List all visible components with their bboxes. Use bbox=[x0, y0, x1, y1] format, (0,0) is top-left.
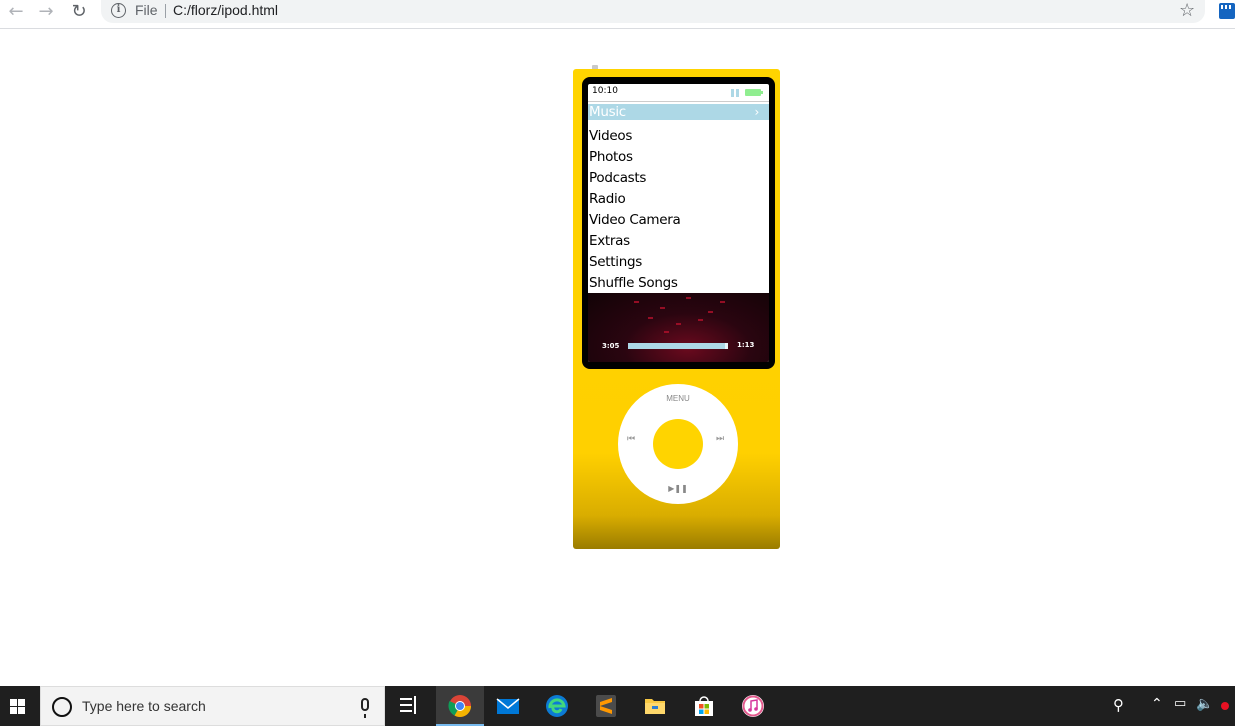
edge-icon bbox=[546, 695, 568, 717]
mail-taskbar-button[interactable] bbox=[484, 686, 532, 726]
sparkle bbox=[676, 323, 681, 325]
sparkle bbox=[720, 301, 725, 303]
menu-item-videos[interactable]: Videos bbox=[588, 126, 769, 147]
menu-item-video-camera[interactable]: Video Camera bbox=[588, 210, 769, 231]
ipod-body: 10:10 Music › Videos Photos Podcasts Rad… bbox=[573, 69, 780, 549]
star-icon[interactable]: ☆ bbox=[1179, 0, 1195, 21]
play-pause-icon[interactable]: ▶❚❚ bbox=[618, 484, 738, 493]
menu-item-shuffle-songs[interactable]: Shuffle Songs bbox=[588, 273, 769, 294]
cortana-icon bbox=[52, 697, 72, 717]
arrow-right-icon: → bbox=[38, 1, 54, 22]
center-button[interactable] bbox=[653, 419, 703, 469]
explorer-taskbar-button[interactable] bbox=[631, 686, 679, 726]
click-wheel[interactable]: MENU ⏮ ⏭ ▶❚❚ bbox=[618, 384, 738, 504]
sparkle bbox=[698, 319, 703, 321]
search-placeholder: Type here to search bbox=[82, 698, 206, 714]
screen-bezel: 10:10 Music › Videos Photos Podcasts Rad… bbox=[582, 77, 775, 369]
extension-icon[interactable] bbox=[1219, 3, 1235, 19]
scheme-label: File bbox=[135, 2, 158, 18]
chrome-taskbar-button[interactable] bbox=[436, 686, 484, 726]
battery-tray-icon[interactable]: ▭ bbox=[1174, 696, 1186, 711]
task-view-icon[interactable] bbox=[400, 696, 418, 714]
microphone-icon[interactable] bbox=[361, 698, 369, 718]
people-icon[interactable]: ⚲ bbox=[1113, 696, 1124, 714]
menu-button[interactable]: MENU bbox=[618, 394, 738, 403]
battery-icon bbox=[745, 89, 763, 96]
chrome-icon bbox=[448, 695, 471, 717]
next-icon[interactable]: ⏭ bbox=[716, 434, 724, 444]
store-icon bbox=[695, 696, 713, 716]
pause-icon bbox=[731, 89, 739, 97]
sublime-taskbar-button[interactable] bbox=[582, 686, 630, 726]
address-bar[interactable]: i File C:/florz/ipod.html ☆ bbox=[101, 0, 1205, 23]
menu-list: Music › Videos Photos Podcasts Radio Vid… bbox=[588, 104, 769, 294]
menu-item-radio[interactable]: Radio bbox=[588, 189, 769, 210]
ipod-screen: 10:10 Music › Videos Photos Podcasts Rad… bbox=[588, 84, 769, 362]
menu-item-extras[interactable]: Extras bbox=[588, 231, 769, 252]
sparkle bbox=[660, 307, 665, 309]
time-elapsed: 3:05 bbox=[602, 342, 620, 350]
file-explorer-icon bbox=[645, 699, 665, 714]
divider bbox=[165, 4, 166, 18]
store-taskbar-button[interactable] bbox=[680, 686, 728, 726]
chevron-up-icon[interactable]: ⌃ bbox=[1151, 696, 1163, 712]
arrow-left-icon: ← bbox=[8, 1, 24, 22]
previous-icon[interactable]: ⏮ bbox=[627, 434, 635, 444]
volume-icon[interactable]: 🔈 bbox=[1196, 696, 1213, 712]
windows-logo-icon bbox=[10, 699, 25, 714]
progress-bar[interactable] bbox=[628, 343, 728, 349]
browser-toolbar: ← → ↻ i File C:/florz/ipod.html ☆ bbox=[0, 0, 1235, 29]
chevron-right-icon: › bbox=[754, 105, 760, 119]
menu-item-podcasts[interactable]: Podcasts bbox=[588, 168, 769, 189]
time-remaining: 1:13 bbox=[737, 341, 755, 349]
menu-item-label: Music bbox=[589, 104, 626, 120]
sparkle bbox=[708, 311, 713, 313]
url-text[interactable]: C:/florz/ipod.html bbox=[173, 2, 278, 18]
menu-item-settings[interactable]: Settings bbox=[588, 252, 769, 273]
progress-fill bbox=[628, 343, 725, 349]
status-bar: 10:10 bbox=[588, 84, 769, 102]
reload-icon: ↻ bbox=[71, 1, 87, 22]
taskbar-search-box[interactable]: Type here to search bbox=[40, 686, 385, 726]
menu-item-music[interactable]: Music › bbox=[588, 104, 769, 120]
back-button[interactable]: ← bbox=[4, 2, 28, 22]
network-error-icon[interactable]: x bbox=[1221, 702, 1229, 710]
taskbar: Type here to search ⚲ ⌃ ▭ 🔈 bbox=[0, 686, 1235, 726]
edge-taskbar-button[interactable] bbox=[533, 686, 581, 726]
sparkle bbox=[686, 297, 691, 299]
start-button[interactable] bbox=[0, 686, 40, 726]
forward-button[interactable]: → bbox=[34, 2, 58, 22]
clock: 10:10 bbox=[592, 86, 618, 96]
sublime-text-icon bbox=[596, 695, 616, 717]
menu-item-photos[interactable]: Photos bbox=[588, 147, 769, 168]
itunes-icon bbox=[742, 695, 764, 717]
sparkle bbox=[634, 301, 639, 303]
now-playing-panel: 3:05 1:13 bbox=[588, 293, 769, 362]
sparkle bbox=[664, 331, 669, 333]
sparkle bbox=[648, 317, 653, 319]
itunes-taskbar-button[interactable] bbox=[729, 686, 777, 726]
reload-button[interactable]: ↻ bbox=[67, 2, 91, 22]
mail-icon bbox=[496, 698, 520, 714]
info-icon[interactable]: i bbox=[111, 3, 126, 18]
